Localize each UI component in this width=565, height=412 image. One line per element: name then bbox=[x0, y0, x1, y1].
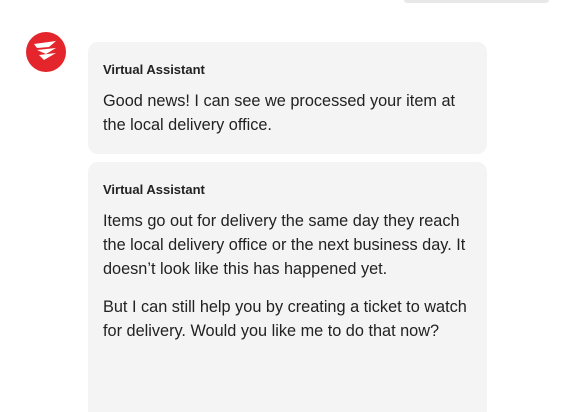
message-sender: Virtual Assistant bbox=[103, 62, 205, 77]
canada-post-logo-icon bbox=[32, 39, 60, 66]
message-text: Items go out for delivery the same day t… bbox=[103, 212, 466, 278]
assistant-avatar bbox=[26, 32, 66, 72]
previous-message-edge bbox=[404, 0, 549, 3]
message-text: But I can still help you by creating a t… bbox=[103, 298, 467, 340]
chat-message: Virtual Assistant Items go out for deliv… bbox=[88, 162, 487, 412]
message-sender: Virtual Assistant bbox=[103, 182, 205, 197]
chat-message: Virtual Assistant Good news! I can see w… bbox=[88, 42, 487, 154]
message-text: Good news! I can see we processed your i… bbox=[103, 92, 456, 134]
